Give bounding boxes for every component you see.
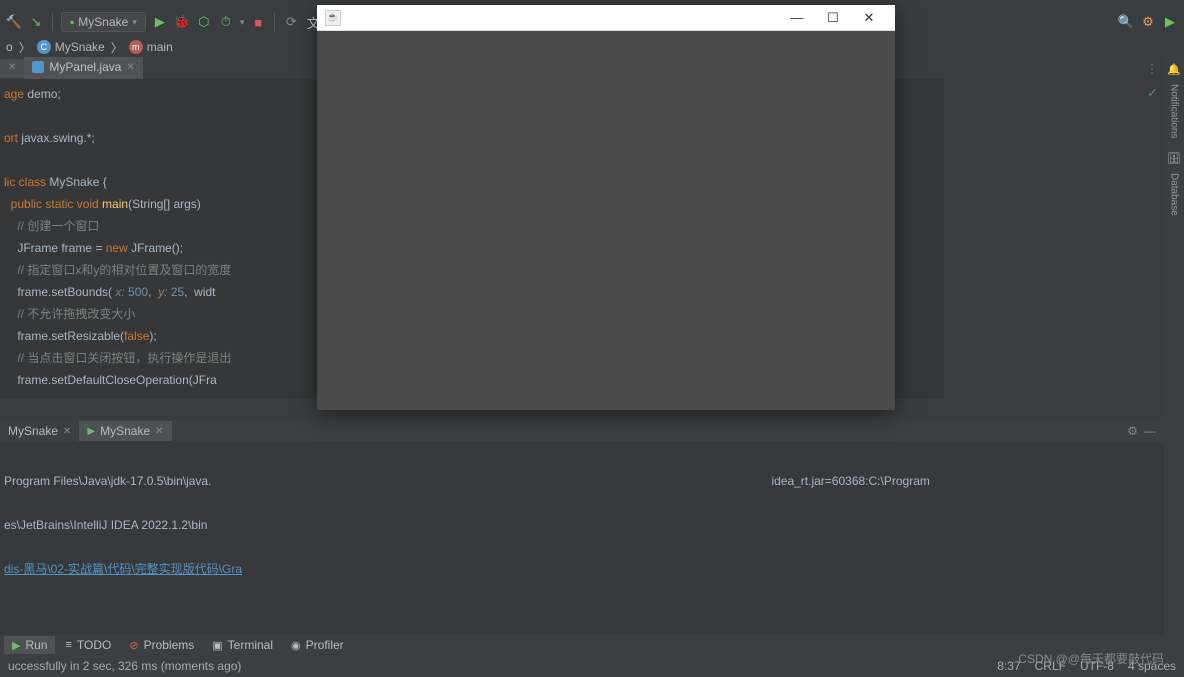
todo-icon: ≡ (65, 639, 71, 651)
editor-tab-close-prev[interactable]: ✕ (0, 59, 24, 78)
run-tab[interactable]: MySnake ✕ (0, 421, 79, 441)
close-button[interactable]: ✕ (851, 5, 887, 31)
database-icon[interactable]: 🗄 (1167, 152, 1181, 165)
app-titlebar[interactable]: ☕ — ☐ ✕ (317, 5, 895, 31)
problems-tool-tab[interactable]: ⊘ Problems (121, 636, 202, 654)
notifications-icon[interactable]: 🔔 (1167, 63, 1181, 76)
close-icon[interactable]: ✕ (126, 62, 134, 73)
play-store-icon[interactable]: ▶ (1162, 14, 1178, 30)
cursor-position[interactable]: 8:37 (997, 659, 1020, 673)
status-bar: uccessfully in 2 sec, 326 ms (moments ag… (0, 655, 1184, 677)
problems-icon: ⊘ (129, 639, 138, 652)
run-tab[interactable]: ▶ MySnake ✕ (79, 421, 171, 441)
reload-icon[interactable]: ⟳ (283, 14, 299, 30)
terminal-icon: ▣ (212, 639, 222, 652)
run-tool-tab[interactable]: ▶ Run (4, 636, 55, 654)
breadcrumb-item[interactable]: C MySnake (37, 40, 105, 54)
java-file-icon (32, 61, 44, 73)
editor-right-gutter (944, 57, 1164, 417)
minimize-icon[interactable]: — (1144, 424, 1156, 438)
run-icon: ▶ (12, 639, 20, 652)
class-icon: C (37, 40, 51, 54)
breadcrumb: o 〉 C MySnake 〉 m main (0, 36, 179, 58)
app-content-panel[interactable] (317, 31, 895, 410)
maximize-button[interactable]: ☐ (815, 5, 851, 31)
close-icon[interactable]: ✕ (8, 62, 16, 73)
close-icon[interactable]: ✕ (63, 426, 71, 437)
run-icon: ▶ (87, 426, 95, 437)
indent-setting[interactable]: 4 spaces (1128, 659, 1176, 673)
coverage-icon[interactable]: ⬡ (196, 14, 212, 30)
todo-tool-tab[interactable]: ≡ TODO (57, 636, 119, 654)
profiler-icon: ◉ (291, 639, 301, 652)
debug-icon[interactable]: 🐞 (174, 14, 190, 30)
profile-icon[interactable]: ⏱ (218, 14, 234, 30)
search-icon[interactable]: 🔍 (1118, 14, 1134, 30)
right-sidebar: 🔔 Notifications 🗄 Database (1164, 57, 1184, 677)
run-config-selector[interactable]: ▪ MySnake ▾ (61, 12, 146, 32)
run-console-output[interactable]: Program Files\Java\jdk-17.0.5\bin\java.i… (0, 442, 1164, 637)
bottom-toolbar: ▶ Run ≡ TODO ⊘ Problems ▣ Terminal ◉ Pro… (0, 635, 1164, 655)
notifications-label[interactable]: Notifications (1169, 84, 1180, 138)
java-app-window[interactable]: ☕ — ☐ ✕ (317, 5, 895, 410)
run-panel-tabs: MySnake ✕ ▶ MySnake ✕ ⚙ — (0, 420, 1164, 442)
build-icon[interactable]: 🔨 (6, 14, 22, 30)
terminal-tool-tab[interactable]: ▣ Terminal (204, 636, 281, 654)
database-label[interactable]: Database (1169, 173, 1180, 216)
line-ending[interactable]: CRLF (1035, 659, 1066, 673)
close-icon[interactable]: ✕ (155, 426, 163, 437)
stop-icon[interactable]: ■ (250, 14, 266, 30)
separator (52, 13, 53, 31)
file-encoding[interactable]: UTF-8 (1080, 659, 1114, 673)
chevron-right-icon: 〉 (19, 39, 31, 56)
chevron-down-icon: ▾ (132, 17, 137, 28)
java-app-icon: ☕ (325, 10, 341, 26)
separator (274, 13, 275, 31)
tab-label: MyPanel.java (49, 60, 121, 74)
run-icon[interactable]: ▶ (152, 14, 168, 30)
breadcrumb-item[interactable]: o (6, 40, 13, 54)
run-config-label: MySnake (78, 15, 128, 29)
status-message: uccessfully in 2 sec, 326 ms (moments ag… (8, 659, 997, 673)
editor-tab[interactable]: MyPanel.java ✕ (24, 57, 142, 79)
chevron-right-icon: 〉 (111, 39, 123, 56)
breadcrumb-item[interactable]: m main (129, 40, 173, 54)
hammer-icon[interactable]: ↘ (28, 14, 44, 30)
minimize-button[interactable]: — (779, 5, 815, 31)
method-icon: m (129, 40, 143, 54)
profiler-tool-tab[interactable]: ◉ Profiler (283, 636, 352, 654)
chevron-down-icon: ▾ (240, 17, 245, 28)
settings-icon[interactable]: ⚙ (1140, 14, 1156, 30)
gear-icon[interactable]: ⚙ (1127, 424, 1138, 438)
